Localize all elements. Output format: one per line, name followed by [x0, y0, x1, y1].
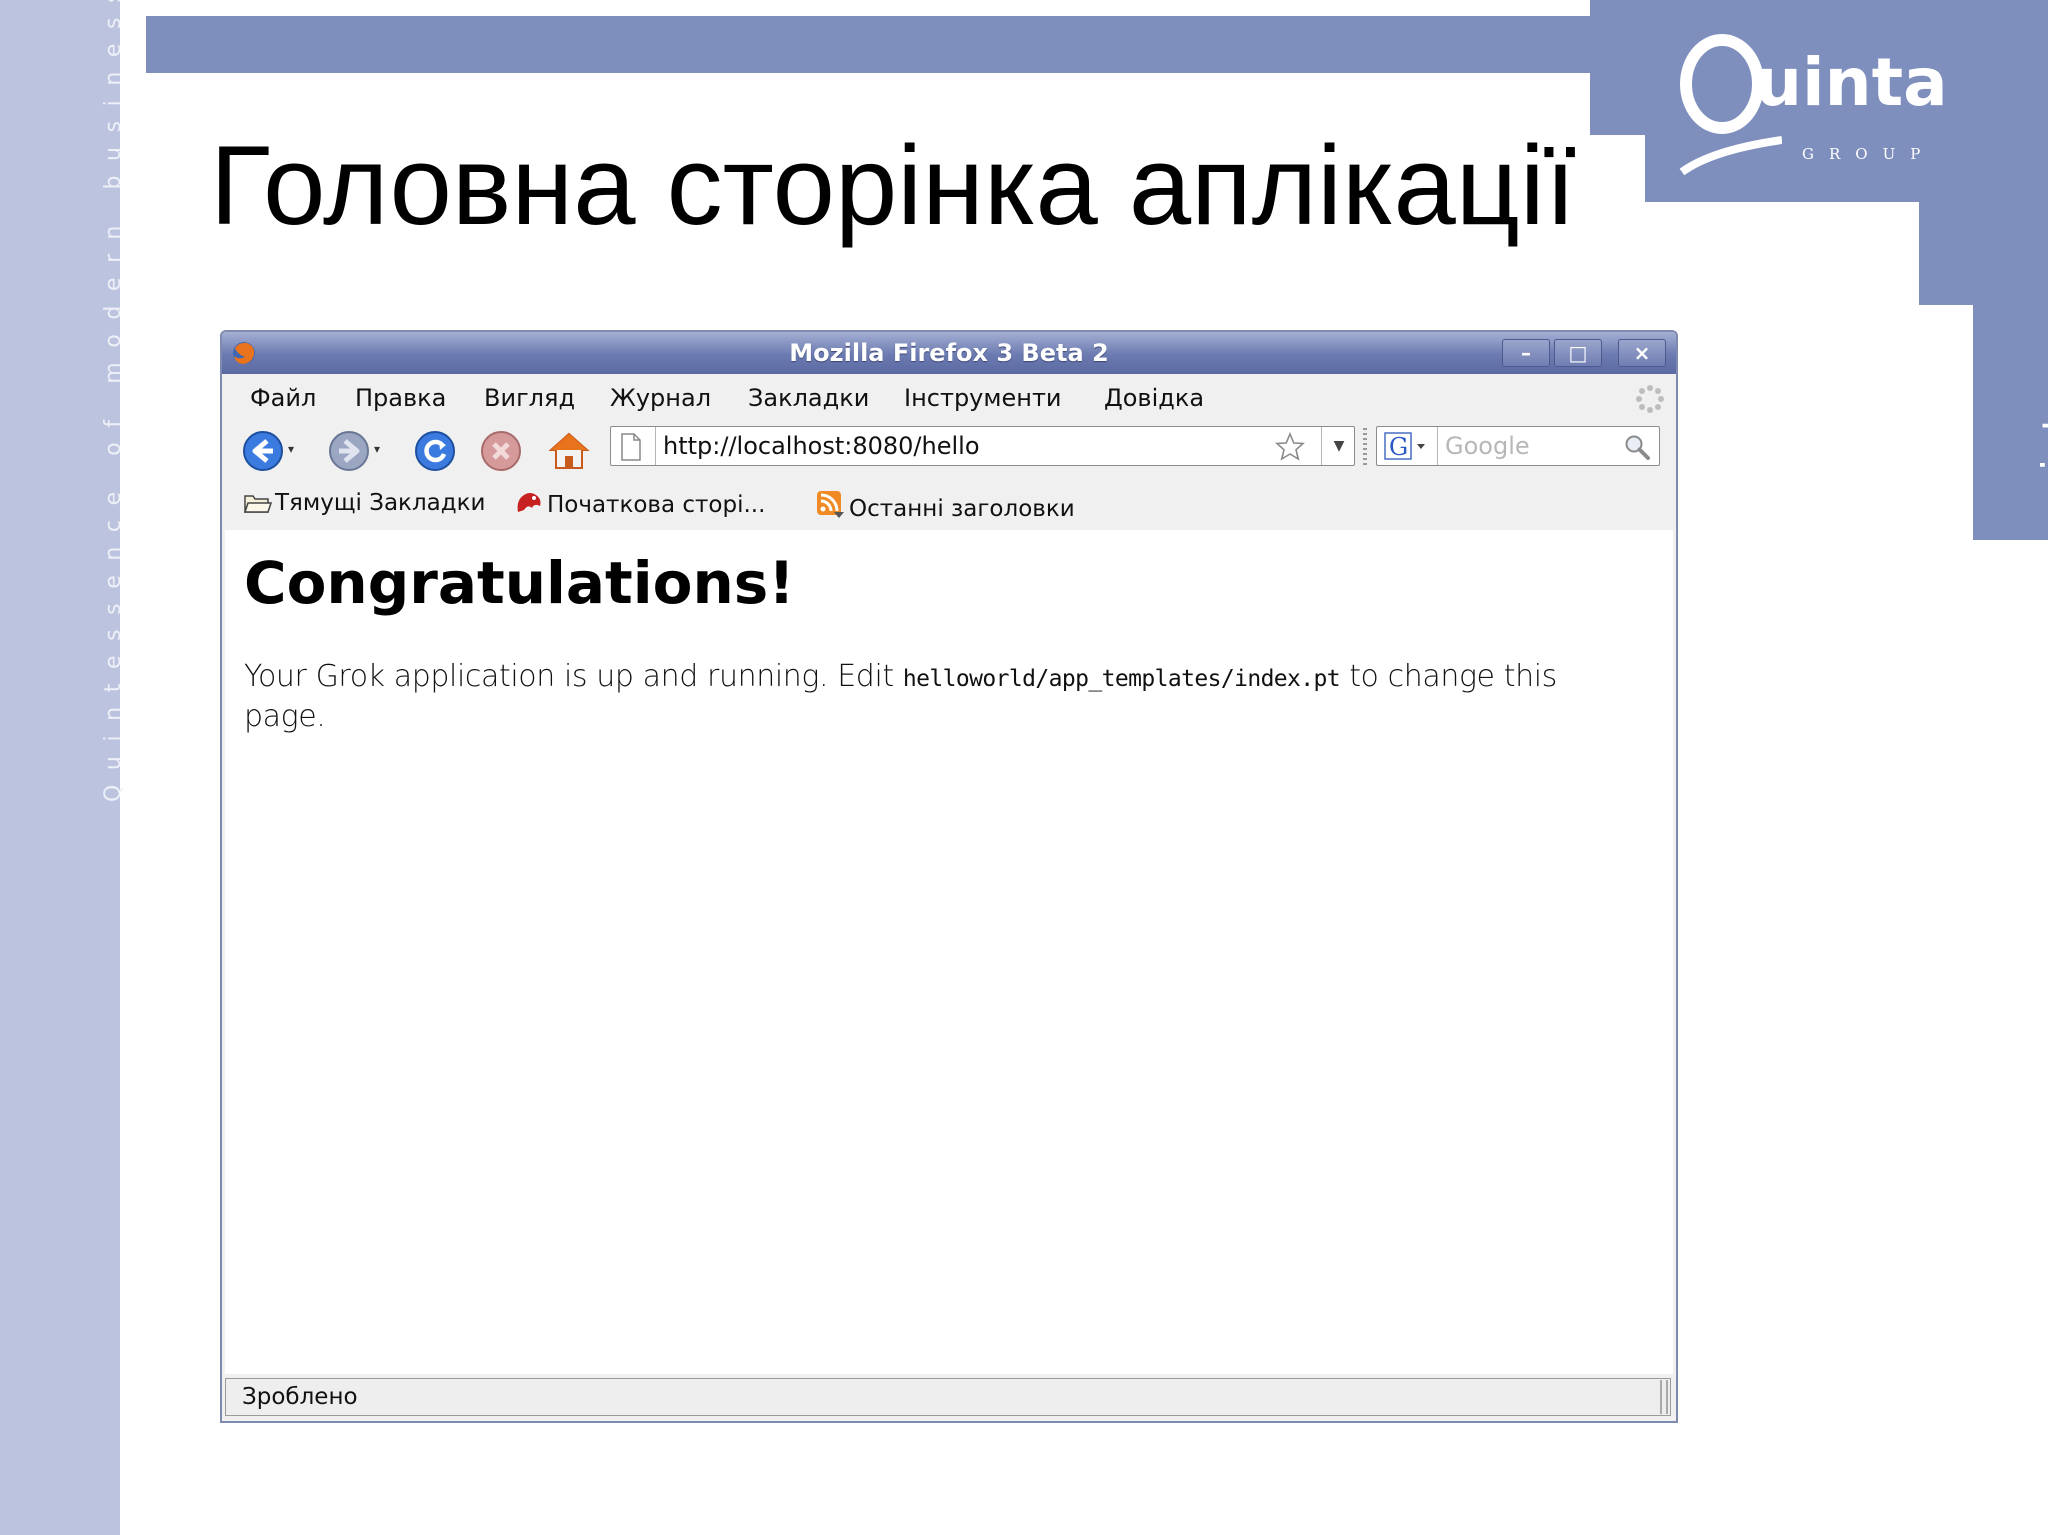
template-path: helloworld/app_templates/index.pt	[902, 666, 1341, 692]
url-separator	[655, 427, 656, 465]
page-icon	[621, 433, 641, 461]
search-engine-selector[interactable]: G	[1377, 427, 1438, 465]
page-text-before: Your Grok application is up and running.…	[244, 659, 903, 694]
maximize-button[interactable]: □	[1554, 339, 1602, 367]
toolbar-grip[interactable]	[1363, 428, 1367, 468]
bookmark-star-icon[interactable]	[1275, 432, 1305, 462]
search-input[interactable]	[1445, 427, 1615, 465]
url-dropdown-icon[interactable]: ▼	[1321, 427, 1356, 465]
reload-icon[interactable]	[414, 430, 456, 472]
menu-file[interactable]: Файл	[250, 384, 316, 412]
bookmark-homepage[interactable]: Початкова сторі...	[514, 490, 765, 518]
address-bar[interactable]: ▼	[610, 426, 1355, 466]
search-bar[interactable]: G	[1376, 426, 1660, 466]
page-heading: Congratulations!	[244, 549, 795, 617]
slide-title: Головна сторінка аплікації	[210, 123, 1576, 248]
menu-view[interactable]: Вигляд	[484, 384, 575, 412]
back-dropdown-icon[interactable]: ▾	[288, 442, 294, 456]
status-text: Зроблено	[242, 1384, 358, 1410]
forward-icon[interactable]	[328, 430, 370, 472]
back-icon[interactable]	[242, 430, 284, 472]
bookmarks-toolbar: Тямущі Закладки Початкова сторі... Остан…	[222, 480, 1676, 530]
menu-bookmarks[interactable]: Закладки	[748, 384, 869, 412]
window-title: Mozilla Firefox 3 Beta 2	[789, 339, 1109, 367]
logo-group-text: GROUP	[1802, 145, 1936, 163]
resize-grip[interactable]	[1660, 1380, 1668, 1414]
bookmark-site-icon	[517, 493, 541, 512]
home-icon[interactable]	[548, 430, 590, 472]
menu-help[interactable]: Довідка	[1104, 384, 1204, 412]
google-icon: G	[1384, 432, 1425, 461]
navigation-toolbar: ▾ ▾ ▼	[222, 418, 1676, 480]
left-decorative-strip: Quintessence of modern business	[0, 0, 126, 1535]
minimize-button[interactable]: –	[1502, 339, 1550, 367]
top-decorative-bar	[146, 16, 1630, 73]
slide-tagline: Quintessence of modern business	[101, 0, 126, 802]
rss-icon	[817, 491, 844, 518]
close-button[interactable]: ×	[1618, 339, 1666, 367]
throbber-icon	[1636, 385, 1664, 413]
folder-icon	[243, 495, 273, 513]
status-bar: Зроблено	[225, 1378, 1671, 1416]
bookmark-label: Тямущі Закладки	[275, 490, 486, 516]
page-content: Congratulations! Your Grok application i…	[225, 530, 1673, 1374]
bookmark-smart[interactable]: Тямущі Закладки	[243, 490, 486, 516]
menu-bar: Файл Правка Вигляд Журнал Закладки Інстр…	[222, 374, 1676, 418]
url-input[interactable]	[663, 427, 1263, 465]
menu-tools[interactable]: Інструменти	[904, 384, 1062, 412]
browser-window: Mozilla Firefox 3 Beta 2 – □ × Файл Прав…	[220, 330, 1678, 1423]
search-icon[interactable]	[1623, 433, 1651, 461]
window-titlebar[interactable]: Mozilla Firefox 3 Beta 2 – □ ×	[222, 332, 1676, 374]
bookmark-label: Початкова сторі...	[547, 492, 766, 518]
bookmark-headlines[interactable]: Останні заголовки	[816, 490, 1075, 522]
logo-wordmark: uinta	[1755, 44, 1948, 121]
menu-edit[interactable]: Правка	[355, 384, 446, 412]
menu-history[interactable]: Журнал	[610, 384, 711, 412]
page-paragraph: Your Grok application is up and running.…	[244, 658, 1644, 736]
forward-dropdown-icon[interactable]: ▾	[374, 442, 380, 456]
bookmark-label: Останні заголовки	[849, 496, 1075, 522]
side-url-text: quintagroup.com	[2033, 158, 2048, 525]
svg-text:G: G	[1389, 433, 1408, 461]
stop-icon[interactable]	[480, 430, 522, 472]
